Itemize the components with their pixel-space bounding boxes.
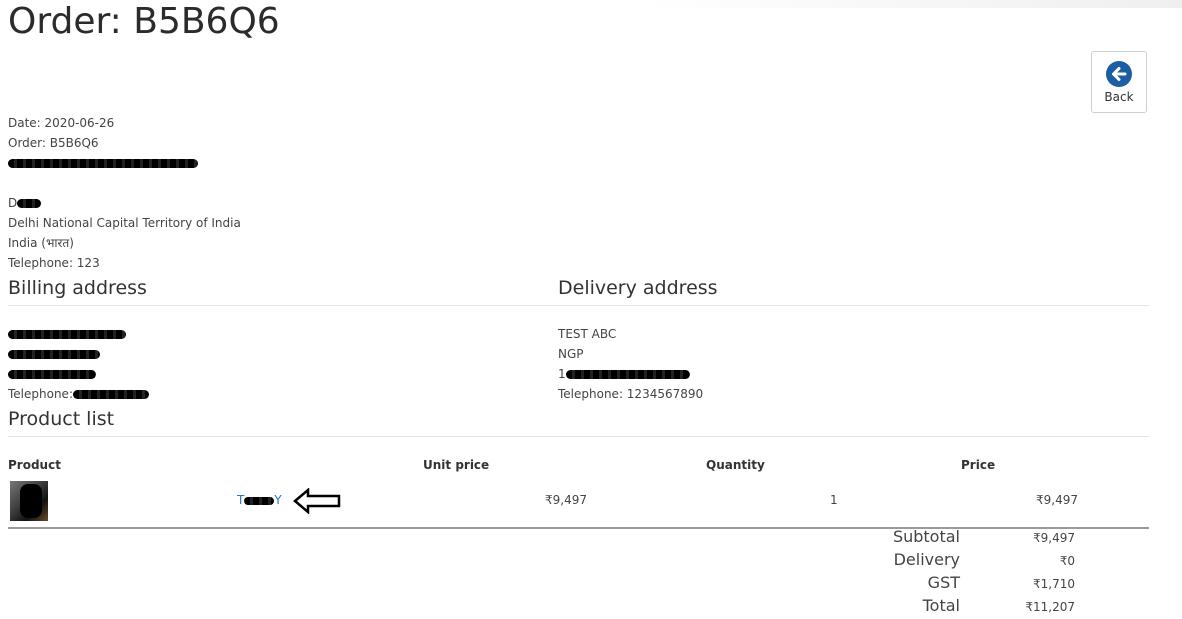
billing-line-3 xyxy=(8,364,96,384)
billing-line-1 xyxy=(8,324,126,344)
customer-country: India (भारत) xyxy=(8,236,74,250)
price-cell: ₹9,497 xyxy=(1036,493,1078,507)
redaction-mark xyxy=(8,350,100,359)
delivery-telephone: Telephone: 1234567890 xyxy=(558,387,704,401)
total-value: ₹11,207 xyxy=(1025,600,1075,614)
unit-price-cell: ₹9,497 xyxy=(545,493,587,507)
product-link[interactable]: TY xyxy=(237,493,282,507)
delivery-value: ₹0 xyxy=(1059,554,1075,568)
redaction-mark xyxy=(565,370,690,379)
delivery-line-3: 1 xyxy=(558,364,690,384)
delivery-line-1: TEST ABC xyxy=(558,327,617,341)
top-bar-edge xyxy=(640,0,1182,8)
redaction-mark xyxy=(8,330,126,339)
column-header-product: Product xyxy=(8,458,61,472)
customer-name-initial: D xyxy=(8,196,18,210)
subtotal-value: ₹9,497 xyxy=(1033,531,1075,545)
redaction-mark xyxy=(8,159,198,168)
arrow-left-circle-icon xyxy=(1106,61,1132,87)
subtotal-label: Subtotal xyxy=(892,527,960,546)
billing-telephone-label: Telephone: xyxy=(8,387,73,401)
product-list-heading: Product list xyxy=(8,408,115,430)
customer-telephone: Telephone: 123 xyxy=(8,256,100,270)
billing-telephone: Telephone: xyxy=(8,384,149,404)
delivery-address-heading: Delivery address xyxy=(558,277,718,299)
page-title: Order: B5B6Q6 xyxy=(8,1,280,42)
quantity-cell: 1 xyxy=(830,493,838,507)
back-button[interactable]: Back xyxy=(1091,51,1147,113)
customer-region: Delhi National Capital Territory of Indi… xyxy=(8,216,241,230)
billing-line-2 xyxy=(8,344,100,364)
delivery-line-2: NGP xyxy=(558,347,584,361)
column-header-price: Price xyxy=(961,458,996,472)
customer-name: D xyxy=(8,193,42,213)
delivery-line-3-prefix: 1 xyxy=(558,367,566,381)
order-date: Date: 2020-06-26 xyxy=(8,116,115,130)
product-name-end: Y xyxy=(274,493,282,507)
redaction-mark xyxy=(17,199,42,208)
back-button-label: Back xyxy=(1104,90,1134,104)
order-email-redacted xyxy=(8,153,198,173)
left-arrow-outline-icon xyxy=(293,488,341,514)
redaction-mark xyxy=(244,496,275,505)
redaction-mark xyxy=(73,390,149,399)
delivery-label: Delivery xyxy=(893,550,960,569)
redaction-mark xyxy=(20,484,42,518)
table-bottom-border xyxy=(8,527,1149,529)
gst-label: GST xyxy=(927,573,960,592)
column-header-quantity: Quantity xyxy=(706,458,765,472)
total-label: Total xyxy=(922,596,960,615)
billing-address-heading: Billing address xyxy=(8,277,147,299)
order-number: Order: B5B6Q6 xyxy=(8,136,99,150)
column-header-unit-price: Unit price xyxy=(423,458,490,472)
redaction-mark xyxy=(8,370,96,379)
section-divider xyxy=(8,305,1149,306)
gst-value: ₹1,710 xyxy=(1033,577,1075,591)
product-name-start: T xyxy=(237,493,245,507)
section-divider xyxy=(8,436,1149,437)
